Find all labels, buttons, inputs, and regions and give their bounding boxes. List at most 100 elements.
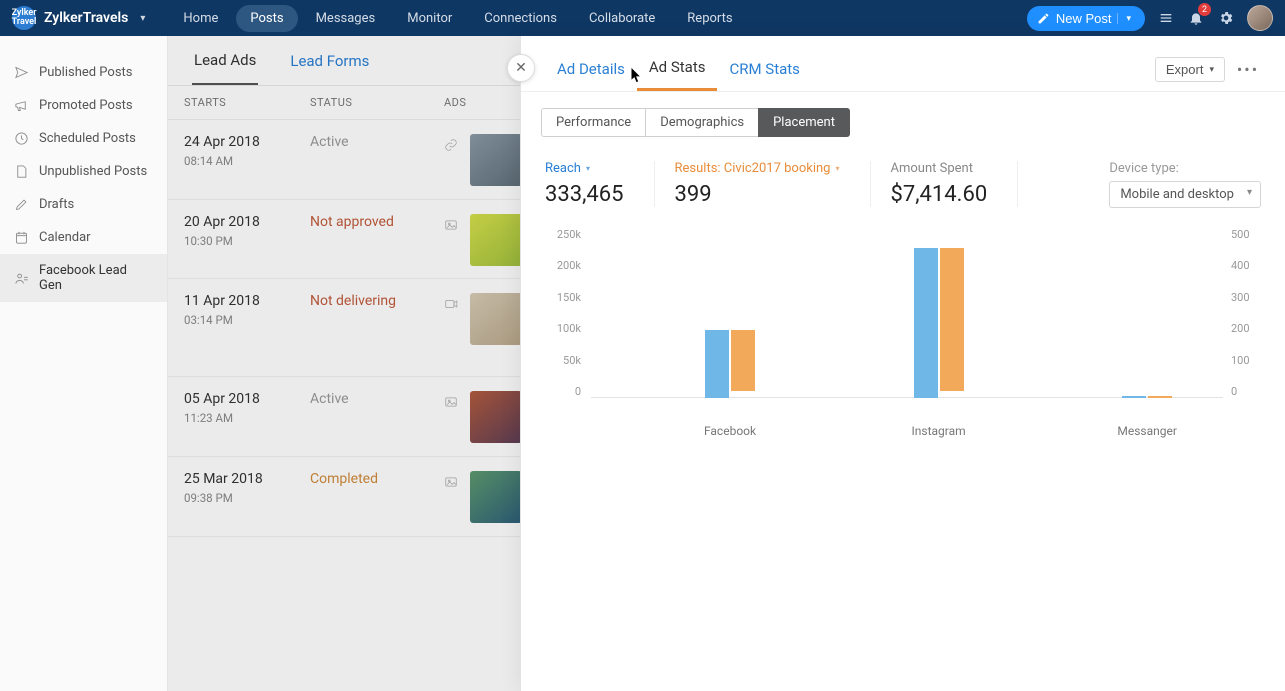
tab-ad-stats[interactable]: Ad Stats bbox=[637, 48, 718, 91]
caret-down-icon: ▾ bbox=[586, 164, 590, 173]
bar-results bbox=[731, 330, 755, 391]
sidebar-item-facebook-lead-gen[interactable]: Facebook Lead Gen bbox=[0, 254, 167, 302]
placement-chart: 250k200k150k100k50k0 5004003002001000 Fa… bbox=[547, 228, 1259, 428]
brand[interactable]: Zylker Travel ZylkerTravels ▾ bbox=[12, 6, 145, 30]
megaphone-icon bbox=[14, 98, 29, 113]
subtab-demographics[interactable]: Demographics bbox=[645, 108, 758, 137]
y-tick-left: 0 bbox=[547, 385, 581, 398]
post-date: 25 Mar 2018 bbox=[184, 471, 310, 487]
device-filter-label: Device type: bbox=[1109, 161, 1261, 176]
bars-facebook bbox=[705, 330, 755, 398]
x-label: Instagram bbox=[912, 424, 966, 438]
sidebar-item-label: Scheduled Posts bbox=[39, 131, 136, 146]
avatar[interactable] bbox=[1247, 5, 1273, 31]
tab-ad-details[interactable]: Ad Details bbox=[545, 50, 637, 90]
clock-icon bbox=[14, 131, 29, 146]
file-icon bbox=[14, 164, 29, 179]
pencil-icon bbox=[14, 197, 29, 212]
export-button[interactable]: Export ▾ bbox=[1155, 57, 1225, 82]
brand-logo: Zylker Travel bbox=[12, 6, 36, 30]
bars-messanger bbox=[1122, 396, 1172, 398]
post-time: 08:14 AM bbox=[184, 154, 310, 168]
bar-reach bbox=[705, 330, 729, 398]
sidebar-item-label: Published Posts bbox=[39, 65, 133, 80]
x-label: Messanger bbox=[1117, 424, 1177, 438]
y-tick-right: 100 bbox=[1231, 354, 1259, 367]
y-tick-right: 200 bbox=[1231, 322, 1259, 335]
post-status: Completed bbox=[310, 471, 444, 526]
post-date: 24 Apr 2018 bbox=[184, 134, 310, 150]
y-tick-right: 0 bbox=[1231, 385, 1259, 398]
post-thumbnail bbox=[470, 391, 522, 443]
post-start: 20 Apr 201810:30 PM bbox=[184, 214, 310, 269]
sidebar-item-label: Promoted Posts bbox=[39, 98, 133, 113]
top-navbar: Zylker Travel ZylkerTravels ▾ HomePostsM… bbox=[0, 0, 1285, 36]
menu-lines-icon[interactable] bbox=[1157, 9, 1175, 27]
post-start: 25 Mar 2018 09:38 PM bbox=[184, 471, 310, 526]
bar-results bbox=[1148, 396, 1172, 398]
header-status: STATUS bbox=[310, 96, 444, 109]
ad-stats-panel: ✕ Ad Details Ad Stats CRM Stats Export ▾… bbox=[520, 36, 1285, 691]
post-thumbnail bbox=[470, 134, 522, 186]
chevron-down-icon[interactable]: ▾ bbox=[140, 13, 145, 24]
gear-icon[interactable] bbox=[1217, 9, 1235, 27]
new-post-button[interactable]: New Post ▾ bbox=[1027, 6, 1145, 31]
bell-icon[interactable]: 2 bbox=[1187, 9, 1205, 27]
link-icon bbox=[444, 138, 458, 152]
nav-item-home[interactable]: Home bbox=[169, 5, 232, 32]
sidebar-item-promoted-posts[interactable]: Promoted Posts bbox=[0, 89, 167, 122]
chart-container: 250k200k150k100k50k0 5004003002001000 Fa… bbox=[521, 218, 1285, 448]
tab-lead-ads[interactable]: Lead Ads bbox=[192, 37, 258, 85]
sidebar-item-calendar[interactable]: Calendar bbox=[0, 221, 167, 254]
post-thumbnail bbox=[470, 214, 522, 266]
tab-crm-stats[interactable]: CRM Stats bbox=[717, 50, 811, 90]
post-time: 09:38 PM bbox=[184, 491, 310, 505]
sidebar-item-published-posts[interactable]: Published Posts bbox=[0, 56, 167, 89]
more-icon[interactable]: ••• bbox=[1235, 57, 1261, 83]
sidebar-item-label: Drafts bbox=[39, 197, 74, 212]
nav-item-messages[interactable]: Messages bbox=[302, 5, 390, 32]
metric-results[interactable]: Results: Civic2017 booking▾ 399 bbox=[675, 161, 871, 207]
sidebar-item-unpublished-posts[interactable]: Unpublished Posts bbox=[0, 155, 167, 188]
sidebar-item-label: Calendar bbox=[39, 230, 91, 245]
post-time: 11:23 AM bbox=[184, 411, 310, 425]
metric-reach-label: Reach bbox=[545, 161, 581, 176]
close-panel-button[interactable]: ✕ bbox=[507, 54, 535, 82]
post-time: 03:14 PM bbox=[184, 313, 310, 327]
nav-item-connections[interactable]: Connections bbox=[470, 5, 571, 32]
export-label: Export bbox=[1166, 62, 1204, 77]
metric-spent-label: Amount Spent bbox=[891, 161, 988, 176]
device-filter: Device type: Mobile and desktop bbox=[1109, 161, 1261, 208]
metric-spent: Amount Spent $7,414.60 bbox=[891, 161, 1019, 207]
header-starts: STARTS bbox=[184, 96, 310, 109]
lead-icon bbox=[14, 271, 29, 286]
sidebar-item-drafts[interactable]: Drafts bbox=[0, 188, 167, 221]
image-icon bbox=[444, 475, 458, 489]
sidebar-item-label: Facebook Lead Gen bbox=[39, 263, 153, 293]
nav-item-collaborate[interactable]: Collaborate bbox=[575, 5, 669, 32]
nav-item-posts[interactable]: Posts bbox=[236, 5, 297, 32]
video-icon bbox=[444, 297, 458, 311]
image-icon bbox=[444, 395, 458, 409]
metric-reach[interactable]: Reach▾ 333,465 bbox=[545, 161, 655, 207]
chevron-down-icon[interactable]: ▾ bbox=[1117, 13, 1131, 24]
tab-lead-forms[interactable]: Lead Forms bbox=[288, 38, 371, 84]
sidebar-item-scheduled-posts[interactable]: Scheduled Posts bbox=[0, 122, 167, 155]
x-label: Facebook bbox=[704, 424, 756, 438]
y-tick-left: 200k bbox=[547, 259, 581, 272]
nav-item-reports[interactable]: Reports bbox=[673, 5, 746, 32]
nav-item-monitor[interactable]: Monitor bbox=[393, 5, 466, 32]
y-axis-left: 250k200k150k100k50k0 bbox=[547, 228, 581, 398]
subtab-placement[interactable]: Placement bbox=[758, 108, 850, 137]
pencil-icon bbox=[1037, 12, 1050, 25]
bar-reach bbox=[1122, 396, 1146, 398]
device-select[interactable]: Mobile and desktop bbox=[1109, 181, 1261, 208]
post-thumbnail bbox=[470, 471, 522, 523]
image-icon bbox=[444, 218, 458, 232]
bar-results bbox=[940, 248, 964, 391]
subtab-performance[interactable]: Performance bbox=[541, 108, 645, 137]
post-status: Active bbox=[310, 134, 444, 189]
topbar-right: New Post ▾ 2 bbox=[1027, 5, 1273, 31]
post-status: Not delivering bbox=[310, 293, 444, 366]
post-date: 20 Apr 2018 bbox=[184, 214, 310, 230]
